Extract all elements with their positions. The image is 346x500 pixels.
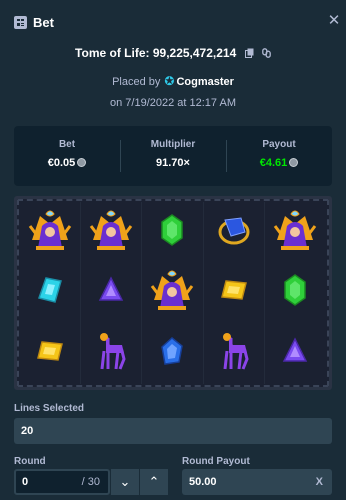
reel-cell [142,323,204,384]
purple-gem-symbol-icon [98,276,124,309]
round-increment-button[interactable]: ⌃ [140,469,168,495]
round-total: / 30 [81,476,100,488]
round-input[interactable]: 0 / 30 [14,469,110,495]
reel-cell [204,323,265,384]
copy-icon[interactable] [244,47,254,58]
slot-reels [14,196,332,390]
reel-grid [20,202,326,384]
round-payout-field[interactable]: 50.00 X [182,469,332,495]
lines-selected-label: Lines Selected [14,403,85,414]
purple-horse-symbol-icon [217,331,251,376]
reel-cell [20,323,82,384]
round-label: Round [14,456,46,467]
reel-cell [142,262,204,324]
reel-cell [81,202,143,263]
stat-multiplier: Multiplier 91.70× [120,126,226,186]
bet-stats-panel: Bet €0.05 Multiplier 91.70× Payout €4.61 [14,126,332,186]
round-payout-value: 50.00 [189,476,217,488]
stat-payout-label: Payout [262,139,296,150]
bet-id-separator: : [145,46,153,60]
currency-coin-icon [77,158,87,167]
game-title-line: Tome of Life: 99,225,472,214 [0,46,346,64]
bet-slip-icon [14,16,27,29]
placed-by-line: Placed by ✪ Cogmaster [0,74,346,88]
reel-cell [204,202,265,263]
gold-gem-symbol-icon [220,279,248,306]
stat-payout-value-row: €4.61 [226,157,332,169]
stat-multiplier-value: 91.70× [156,157,190,169]
reel-cell [81,323,143,384]
gold-gem-symbol-icon [36,340,64,367]
pharaoh-symbol-icon [148,266,196,319]
bet-date: on 7/19/2022 at 12:17 AM [110,97,236,109]
reel-cell [265,263,326,324]
chevron-up-icon: ⌃ [148,474,160,489]
modal-header: Bet ✕ [0,0,346,44]
multiplier-suffix: X [315,476,323,488]
round-value: 0 [22,476,29,488]
stat-bet-value-row: €0.05 [14,157,120,169]
cyan-gem-symbol-icon [37,276,63,309]
round-decrement-button[interactable]: ⌄ [111,469,139,495]
username[interactable]: Cogmaster [176,76,233,88]
blue-gem-symbol-icon [161,337,184,370]
stat-multiplier-label: Multiplier [150,139,196,150]
stat-payout-value: €4.61 [259,157,288,169]
vip-star-icon: ✪ [164,74,175,88]
lines-selected-field[interactable]: 20 [14,418,332,444]
stat-bet-value: €0.05 [47,157,76,169]
purple-gem-symbol-icon [282,337,308,370]
link-icon[interactable] [262,47,271,58]
pharaoh-symbol-icon [26,206,74,259]
reel-cell [20,262,82,324]
pharaoh-symbol-icon [87,206,135,259]
purple-horse-symbol-icon [94,331,128,376]
stat-bet: Bet €0.05 [14,126,120,186]
emerald-symbol-icon [283,274,307,311]
game-name[interactable]: Tome of Life [75,46,145,60]
reel-cell [20,202,82,263]
round-payout-label: Round Payout [182,456,250,467]
bet-id: 99,225,472,214 [152,46,237,60]
emerald-symbol-icon [160,213,184,251]
currency-coin-icon [289,158,299,167]
reel-cell [81,262,143,324]
reel-cell [142,202,204,263]
pharaoh-symbol-icon [271,206,319,259]
chevron-down-icon: ⌄ [119,474,131,489]
stat-payout: Payout €4.61 [226,126,332,186]
modal-title: Bet [33,15,54,30]
sapphire-ring-symbol-icon [217,214,251,251]
close-icon[interactable]: ✕ [327,13,341,29]
reel-cell [265,323,326,384]
reel-cell [265,202,326,263]
stat-bet-label: Bet [58,139,76,150]
placed-by-label: Placed by [112,76,161,88]
reel-cell [204,262,265,324]
